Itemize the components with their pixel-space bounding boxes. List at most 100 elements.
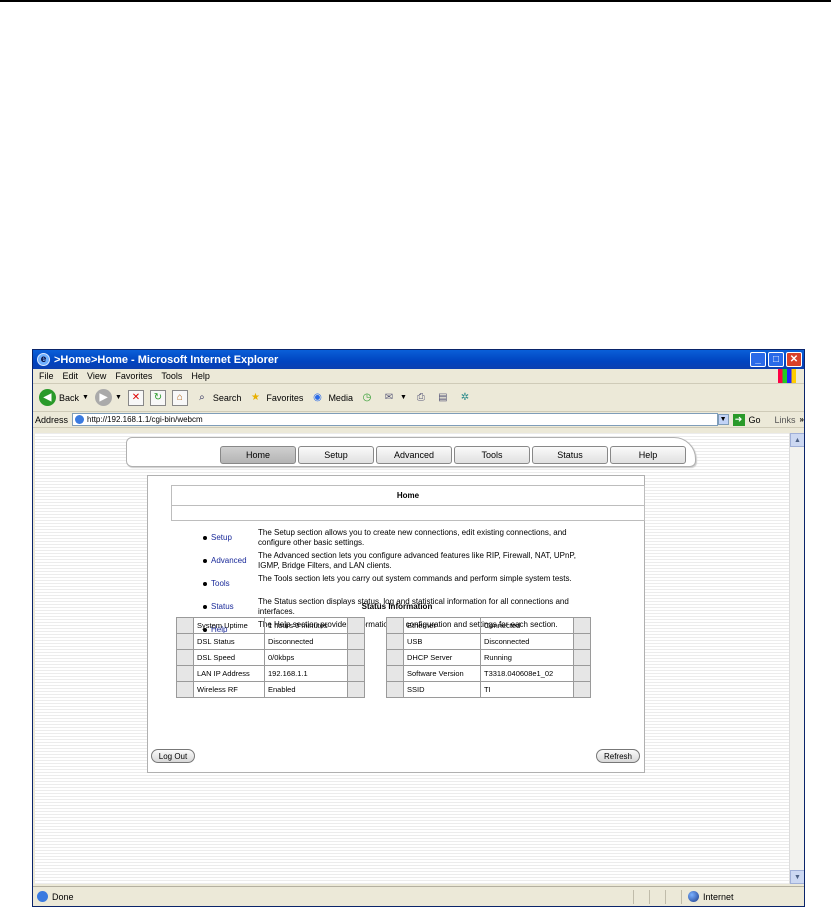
mail-dropdown-icon[interactable]: ▼ <box>400 394 407 401</box>
table-row: Ethernet Connected <box>386 617 591 634</box>
maximize-button[interactable]: □ <box>768 352 784 367</box>
status-label: DSL Speed <box>193 649 265 666</box>
table-row: DSL Status Disconnected <box>176 633 365 650</box>
back-dropdown-icon[interactable]: ▼ <box>82 394 89 401</box>
menu-tools[interactable]: Tools <box>161 371 182 381</box>
tab-help[interactable]: Help <box>610 446 686 464</box>
tools-link[interactable]: Tools <box>211 579 230 588</box>
status-cell <box>665 889 681 904</box>
status-bar: Done Internet <box>33 886 804 906</box>
title-bar: e >Home>Home - Microsoft Internet Explor… <box>33 350 804 369</box>
messenger-icon[interactable]: ✲ <box>457 390 473 406</box>
setup-link[interactable]: Setup <box>211 533 232 542</box>
forward-arrow-icon[interactable]: ▶ <box>94 389 112 406</box>
scroll-down-icon[interactable]: ▼ <box>790 870 804 884</box>
status-value: Enabled <box>264 681 348 698</box>
header-spacer <box>171 506 645 521</box>
go-button[interactable]: Go <box>749 415 761 425</box>
status-table-right: Ethernet Connected USB Disconnected DHCP S… <box>386 617 591 698</box>
refresh-button[interactable]: Refresh <box>596 749 640 763</box>
status-label: DSL Status <box>193 633 265 650</box>
stop-icon[interactable]: ✕ <box>127 389 144 406</box>
advanced-link[interactable]: Advanced <box>211 556 247 565</box>
go-arrow-icon[interactable]: ➜ <box>732 413 745 426</box>
refresh-icon[interactable]: ↻ <box>149 389 166 406</box>
media-button[interactable]: Media <box>328 393 353 403</box>
bullet-icon <box>203 536 207 540</box>
tab-tools[interactable]: Tools <box>454 446 530 464</box>
status-label: System Uptime <box>193 617 265 634</box>
chevron-right-icon[interactable]: » <box>800 415 804 424</box>
status-value: T3318.040608e1_02 <box>480 665 574 682</box>
bullet-icon <box>203 582 207 586</box>
menu-view[interactable]: View <box>87 371 106 381</box>
status-table-left: System Uptime 1 hours 0 minutes DSL Statu… <box>176 617 365 698</box>
status-label: Wireless RF <box>193 681 265 698</box>
list-item: Tools The Tools section lets you carry o… <box>203 574 633 598</box>
tab-home[interactable]: Home <box>220 446 296 464</box>
status-value: Connected <box>480 617 574 634</box>
section-description: The Advanced section lets you configure … <box>258 551 576 570</box>
menu-edit[interactable]: Edit <box>63 371 79 381</box>
address-bar: Address http://192.168.1.1/cgi-bin/webcm… <box>33 412 804 428</box>
table-row: DSL Speed 0/0kbps <box>176 649 365 666</box>
edit-icon[interactable]: ▤ <box>435 390 451 406</box>
status-label: Ethernet <box>403 617 481 634</box>
status-label: USB <box>403 633 481 650</box>
menu-file[interactable]: File <box>39 371 54 381</box>
table-row: Software Version T3318.040608e1_02 <box>386 665 591 682</box>
nav-bar: Home Setup Advanced Tools Status Help <box>126 437 696 467</box>
globe-icon <box>688 891 699 902</box>
page-viewport: Home Setup Advanced Tools Status Help Ho… <box>35 433 789 884</box>
home-icon[interactable]: ⌂ <box>171 389 188 406</box>
table-row: DHCP Server Running <box>386 649 591 666</box>
section-description: The Tools section lets you carry out sys… <box>258 574 572 583</box>
vertical-scrollbar[interactable]: ▲ ▼ <box>789 433 804 884</box>
security-zone: Internet <box>681 889 734 904</box>
status-cell <box>649 889 665 904</box>
zone-label: Internet <box>703 891 734 902</box>
toolbar: ◀ Back ▼ ▶ ▼ ✕ ↻ ⌂ ⌕ Search ★ Favorites … <box>33 384 804 412</box>
status-info-title: Status Information <box>361 602 433 611</box>
bullet-icon <box>203 559 207 563</box>
menu-help[interactable]: Help <box>191 371 210 381</box>
browser-window: e >Home>Home - Microsoft Internet Explor… <box>32 349 805 907</box>
address-label: Address <box>35 414 69 425</box>
status-value: TI <box>480 681 574 698</box>
media-icon[interactable]: ◉ <box>309 390 325 406</box>
status-value: 1 hours 0 minutes <box>264 617 348 634</box>
status-text: Done <box>52 891 74 902</box>
back-button[interactable]: Back <box>59 393 79 403</box>
forward-dropdown-icon[interactable]: ▼ <box>115 394 122 401</box>
history-icon[interactable]: ◷ <box>359 390 375 406</box>
status-value: Disconnected <box>480 633 574 650</box>
favorites-button[interactable]: Favorites <box>266 393 303 403</box>
address-input[interactable]: http://192.168.1.1/cgi-bin/webcm <box>72 413 718 426</box>
list-item: Setup The Setup section allows you to cr… <box>203 528 633 552</box>
table-row: USB Disconnected <box>386 633 591 650</box>
table-row: Wireless RF Enabled <box>176 681 365 698</box>
links-button[interactable]: Links <box>775 415 796 425</box>
ie-logo-icon: e <box>37 353 50 366</box>
print-icon[interactable]: ⎙ <box>413 390 429 406</box>
favorites-star-icon[interactable]: ★ <box>247 390 263 406</box>
list-item: Advanced The Advanced section lets you c… <box>203 551 633 575</box>
table-row: System Uptime 1 hours 0 minutes <box>176 617 365 634</box>
mail-icon[interactable]: ✉ <box>381 390 397 406</box>
window-title: >Home>Home - Microsoft Internet Explorer <box>54 353 279 366</box>
tab-advanced[interactable]: Advanced <box>376 446 452 464</box>
tab-setup[interactable]: Setup <box>298 446 374 464</box>
back-arrow-icon[interactable]: ◀ <box>39 389 56 406</box>
menu-favorites[interactable]: Favorites <box>115 371 152 381</box>
status-cell <box>633 889 649 904</box>
address-dropdown-icon[interactable]: ▼ <box>717 414 729 425</box>
close-button[interactable]: ✕ <box>786 352 802 367</box>
scroll-up-icon[interactable]: ▲ <box>790 433 804 447</box>
search-button[interactable]: Search <box>213 393 242 403</box>
log-out-button[interactable]: Log Out <box>151 749 195 763</box>
content-panel: Home Setup The Setup section allows you … <box>147 475 645 773</box>
search-icon[interactable]: ⌕ <box>194 390 210 406</box>
section-description: The Setup section allows you to create n… <box>258 528 567 547</box>
minimize-button[interactable]: _ <box>750 352 766 367</box>
tab-status[interactable]: Status <box>532 446 608 464</box>
